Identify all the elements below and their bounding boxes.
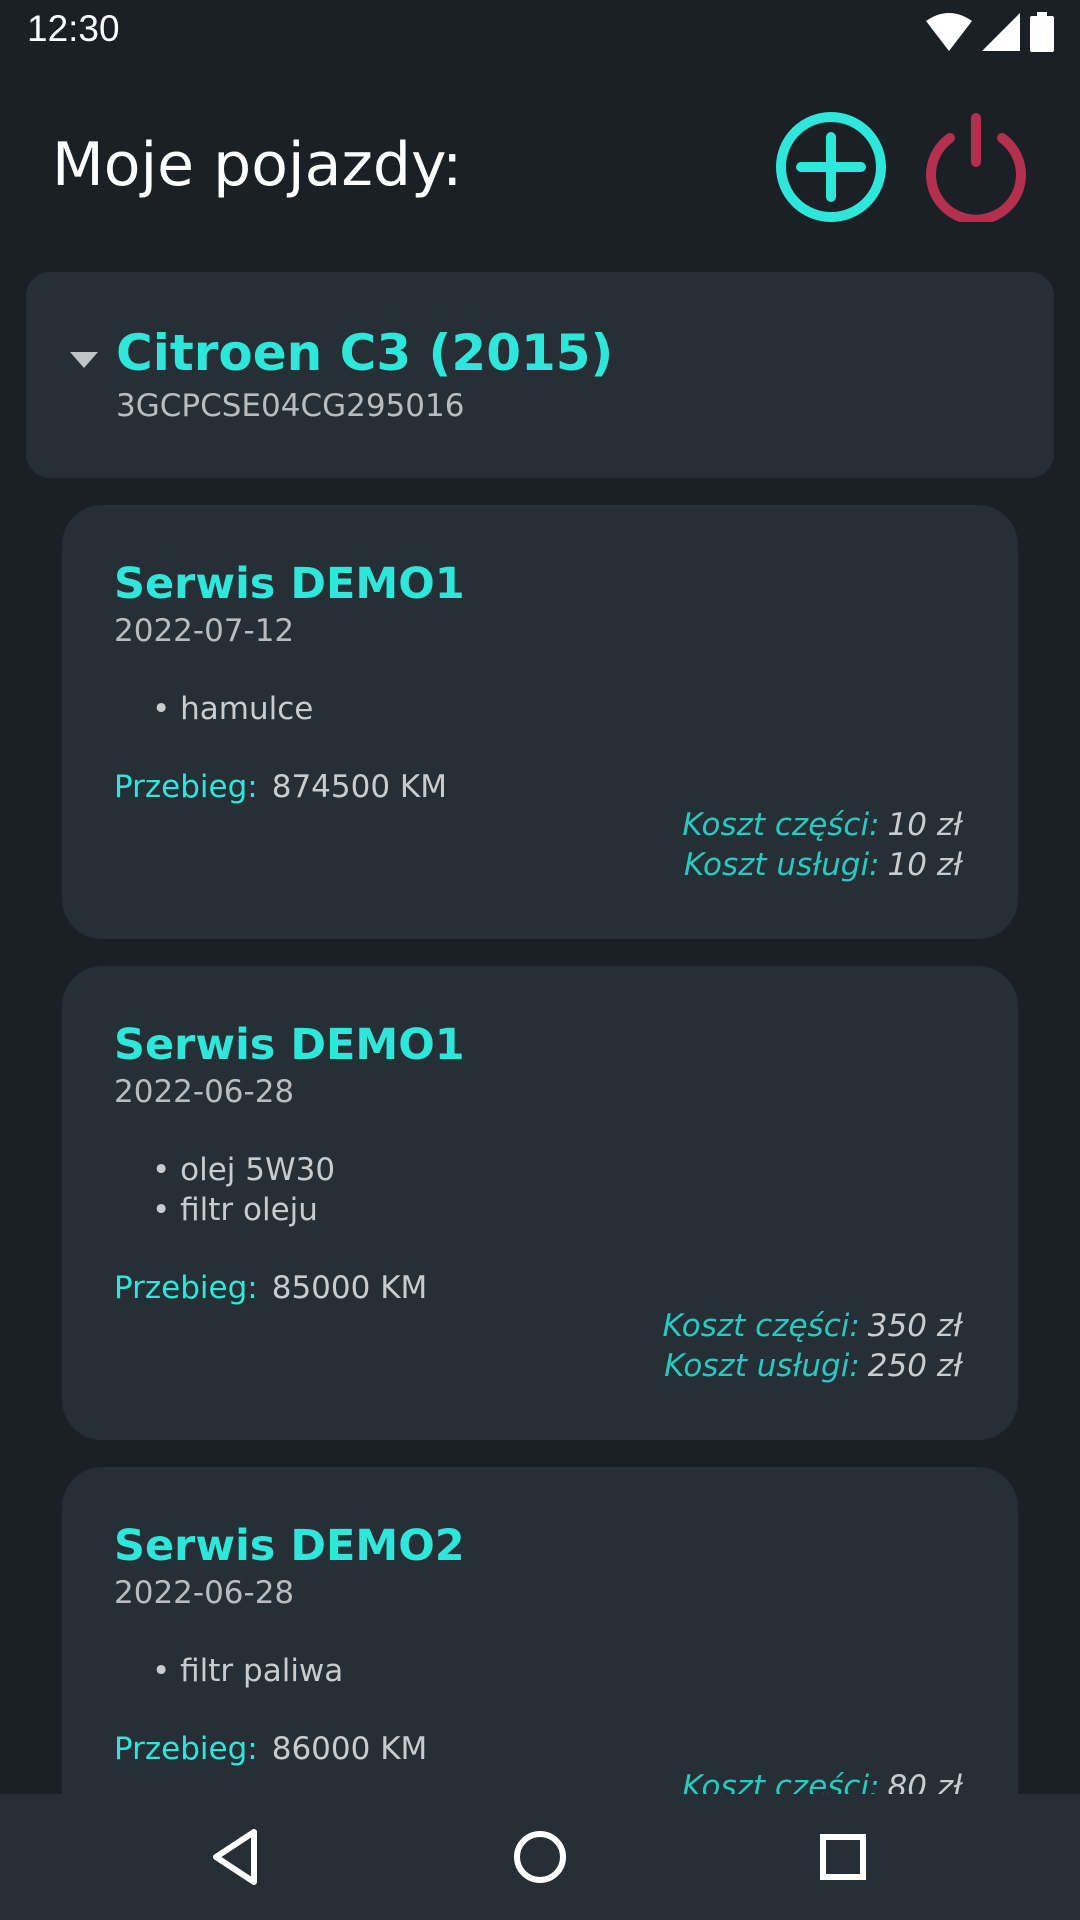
service-cost-label: Koszt usługi: xyxy=(683,847,880,883)
back-triangle-icon xyxy=(213,1829,257,1885)
app-screen: 12:30 Moje pojazdy: Citroen C3 (2015) 3G… xyxy=(0,0,1080,1920)
power-icon xyxy=(926,113,1026,225)
mileage-row: Przebieg: 86000 KM xyxy=(114,1731,427,1767)
mileage-label: Przebieg: xyxy=(114,1731,258,1767)
home-circle-icon xyxy=(514,1831,566,1883)
caret-down-icon[interactable] xyxy=(70,352,98,368)
parts-cost-value: 10 zł xyxy=(887,807,962,843)
cellular-signal-icon xyxy=(982,13,1020,51)
service-item: • filtr paliwa xyxy=(152,1653,344,1689)
page-title: Moje pojazdy: xyxy=(52,130,463,200)
vehicle-vin: 3GCPCSE04CG295016 xyxy=(116,388,465,424)
parts-cost-label: Koszt części: xyxy=(682,807,880,843)
battery-icon xyxy=(1030,12,1054,52)
service-items-list: • olej 5W30 • filtr oleju xyxy=(152,1150,335,1230)
navigation-bar xyxy=(0,1794,1080,1920)
service-items-list: • filtr paliwa xyxy=(152,1651,343,1691)
service-cost-value: 250 zł xyxy=(867,1348,962,1384)
status-time: 12:30 xyxy=(27,8,120,49)
mileage-row: Przebieg: 874500 KM xyxy=(114,769,447,805)
service-card[interactable]: Serwis DEMO1 2022-06-28 • olej 5W30 • fi… xyxy=(62,966,1018,1440)
mileage-label: Przebieg: xyxy=(114,1270,258,1306)
service-item: • filtr oleju xyxy=(152,1192,318,1228)
parts-cost-label: Koszt części: xyxy=(662,1308,860,1344)
service-date: 2022-06-28 xyxy=(114,1575,295,1611)
vehicle-card[interactable]: Citroen C3 (2015) 3GCPCSE04CG295016 xyxy=(26,272,1054,478)
service-cost-label: Koszt usługi: xyxy=(664,1348,860,1384)
home-button[interactable] xyxy=(507,1824,573,1890)
wifi-icon xyxy=(926,13,972,51)
service-cost-value: 10 zł xyxy=(887,847,962,883)
vehicle-name: Citroen C3 (2015) xyxy=(116,324,614,382)
mileage-value: 874500 KM xyxy=(271,769,448,805)
mileage-label: Przebieg: xyxy=(114,769,258,805)
service-cost-row: Koszt usługi: 250 zł xyxy=(663,1346,962,1386)
service-card[interactable]: Serwis DEMO1 2022-07-12 • hamulce Przebi… xyxy=(62,505,1018,939)
recents-square-icon xyxy=(820,1834,866,1880)
cost-block: Koszt części: 350 zł Koszt usługi: 250 zł xyxy=(663,1306,962,1386)
parts-cost-row: Koszt części: 10 zł xyxy=(682,805,962,845)
service-item: • hamulce xyxy=(152,691,314,727)
recents-button[interactable] xyxy=(810,1824,876,1890)
parts-cost-value: 350 zł xyxy=(867,1308,962,1344)
mileage-row: Przebieg: 85000 KM xyxy=(114,1270,427,1306)
logout-button[interactable] xyxy=(920,110,1032,225)
service-date: 2022-06-28 xyxy=(114,1074,295,1110)
service-item: • olej 5W30 xyxy=(152,1152,336,1188)
status-bar: 12:30 xyxy=(0,0,1080,62)
parts-cost-row: Koszt części: 350 zł xyxy=(663,1306,962,1346)
mileage-value: 86000 KM xyxy=(271,1731,428,1767)
add-circle-icon xyxy=(776,112,886,222)
service-title: Serwis DEMO1 xyxy=(114,559,465,609)
service-title: Serwis DEMO1 xyxy=(114,1020,465,1070)
service-items-list: • hamulce xyxy=(152,689,313,729)
cost-block: Koszt części: 10 zł Koszt usługi: 10 zł xyxy=(682,805,962,885)
service-title: Serwis DEMO2 xyxy=(114,1521,465,1571)
service-cost-row: Koszt usługi: 10 zł xyxy=(682,845,962,885)
service-date: 2022-07-12 xyxy=(114,613,295,649)
mileage-value: 85000 KM xyxy=(271,1270,428,1306)
status-icons xyxy=(926,12,1054,52)
back-button[interactable] xyxy=(204,1824,270,1890)
add-vehicle-button[interactable] xyxy=(774,110,888,224)
